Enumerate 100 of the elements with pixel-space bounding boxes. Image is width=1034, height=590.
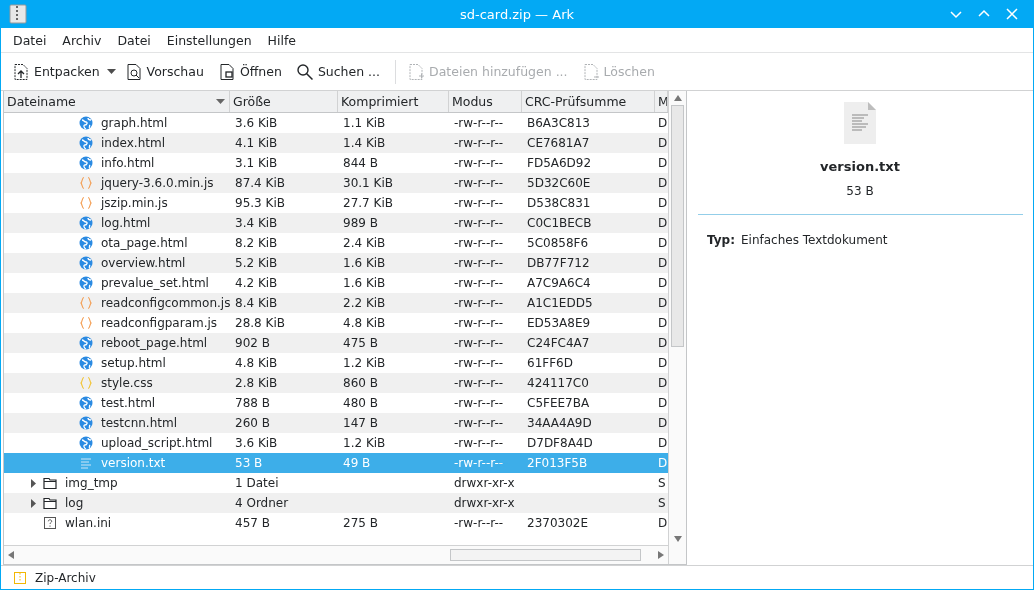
- table-cell: D: [658, 456, 668, 470]
- close-icon[interactable]: [1005, 7, 1019, 21]
- archive-icon: [9, 4, 27, 24]
- table-row[interactable]: test.html 788 B 480 B -rw-r--r-- C5FEE7BA D: [4, 393, 668, 413]
- table-cell: D: [658, 176, 668, 190]
- table-row[interactable]: testcnn.html 260 B 147 B -rw-r--r-- 34AA4A9D D: [4, 413, 668, 433]
- menu-item[interactable]: Datei: [5, 32, 55, 48]
- horizontal-scrollbar[interactable]: [4, 545, 668, 564]
- sort-arrow-icon[interactable]: [216, 98, 225, 105]
- caret-icon[interactable]: [106, 68, 116, 75]
- table-cell: -rw-r--r--: [454, 296, 504, 310]
- table-cell: D7DF8A4D: [527, 436, 593, 450]
- scroll-down-icon[interactable]: [673, 536, 682, 542]
- file-name: img_tmp: [65, 476, 118, 490]
- table-cell: 8.4 KiB: [235, 296, 278, 310]
- column-header[interactable]: Größe: [230, 91, 338, 112]
- table-cell: 3.6 KiB: [235, 436, 278, 450]
- table-cell: CE7681A7: [527, 136, 590, 150]
- table-cell: 1.1 KiB: [343, 116, 386, 130]
- table-cell: 424117C0: [527, 376, 589, 390]
- table-row[interactable]: log.html 3.4 KiB 989 B -rw-r--r-- C0C1BECB D: [4, 213, 668, 233]
- file-name: readconfigparam.js: [101, 316, 218, 330]
- table-cell: 5D32C60E: [527, 176, 591, 190]
- table-cell: 2370302E: [527, 516, 589, 530]
- table-cell: D538C831: [527, 196, 591, 210]
- globe-icon: [79, 136, 93, 150]
- table-cell: -rw-r--r--: [454, 336, 504, 350]
- table-cell: -rw-r--r--: [454, 396, 504, 410]
- braces-icon: [79, 296, 93, 310]
- table-cell: 4.2 KiB: [235, 276, 278, 290]
- table-row[interactable]: readconfigcommon.js 8.4 KiB 2.2 KiB -rw-r--r-- A1C1EDD5 D: [4, 293, 668, 313]
- menu-item[interactable]: Hilfe: [259, 32, 304, 48]
- table-cell: 860 B: [343, 376, 378, 390]
- table-cell: -rw-r--r--: [454, 156, 504, 170]
- table-cell: -rw-r--r--: [454, 136, 504, 150]
- table-cell: 53 B: [235, 456, 263, 470]
- table-cell: 4 Ordner: [235, 496, 289, 510]
- table-row[interactable]: upload_script.html 3.6 KiB 1.2 KiB -rw-r--r-- D7DF8A4D D: [4, 433, 668, 453]
- menu-item[interactable]: Datei: [109, 32, 159, 48]
- toolbar-button[interactable]: Vorschau: [119, 58, 209, 85]
- text-document-icon: [843, 101, 877, 145]
- table-row[interactable]: readconfigparam.js 28.8 KiB 4.8 KiB -rw-r--r-- ED53A8E9 D: [4, 313, 668, 333]
- menu-item[interactable]: Einstellungen: [158, 32, 260, 48]
- toolbar-button[interactable]: Öffnen: [212, 58, 287, 85]
- table-cell: 61FF6D: [527, 356, 573, 370]
- table-row[interactable]: index.html 4.1 KiB 1.4 KiB -rw-r--r-- CE7681A7 D: [4, 133, 668, 153]
- file-name: wlan.ini: [65, 516, 112, 530]
- table-row[interactable]: wlan.ini 457 B 275 B -rw-r--r-- 2370302E D: [4, 513, 668, 533]
- table-cell: C5FEE7BA: [527, 396, 590, 410]
- table-cell: 34AA4A9D: [527, 416, 592, 430]
- file-name: test.html: [101, 396, 156, 410]
- globe-icon: [79, 336, 93, 350]
- table-cell: -rw-r--r--: [454, 176, 504, 190]
- globe-icon: [79, 236, 93, 250]
- table-row[interactable]: jszip.min.js 95.3 KiB 27.7 KiB -rw-r--r-- D538C831 D: [4, 193, 668, 213]
- document-icon: [12, 62, 30, 81]
- table-row[interactable]: img_tmp 1 Datei drwxr-xr-x S: [4, 473, 668, 493]
- table-row[interactable]: ota_page.html 8.2 KiB 2.4 KiB -rw-r--r-- 5C0858F6 D: [4, 233, 668, 253]
- table-cell: 2F013F5B: [527, 456, 588, 470]
- table-cell: -rw-r--r--: [454, 516, 504, 530]
- scroll-left-icon[interactable]: [8, 551, 14, 559]
- globe-icon: [79, 356, 93, 370]
- table-row[interactable]: reboot_page.html 902 B 475 B -rw-r--r-- C24FC4A7 D: [4, 333, 668, 353]
- table-row[interactable]: setup.html 4.8 KiB 1.2 KiB -rw-r--r-- 61FF6D D: [4, 353, 668, 373]
- table-cell: D: [658, 436, 668, 450]
- table-cell: D: [658, 416, 668, 430]
- scroll-up-icon[interactable]: [673, 95, 682, 101]
- menu-item[interactable]: Archiv: [54, 32, 110, 48]
- braces-icon: [79, 196, 93, 210]
- table-row[interactable]: prevalue_set.html 4.2 KiB 1.6 KiB -rw-r--r-- A7C9A6C4 D: [4, 273, 668, 293]
- expand-arrow-icon[interactable]: [30, 498, 37, 508]
- table-row[interactable]: style.css 2.8 KiB 860 B -rw-r--r-- 424117C0 D: [4, 373, 668, 393]
- vertical-scrollbar[interactable]: [668, 91, 686, 564]
- table-row[interactable]: jquery-3.6.0.min.js 87.4 KiB 30.1 KiB -rw-r--r-- 5D32C60E D: [4, 173, 668, 193]
- table-row[interactable]: info.html 3.1 KiB 844 B -rw-r--r-- FD5A6D92 D: [4, 153, 668, 173]
- column-header[interactable]: Komprimiert: [338, 91, 449, 112]
- table-cell: D: [658, 136, 668, 150]
- expand-arrow-icon[interactable]: [30, 478, 37, 488]
- file-size: 53 B: [846, 184, 874, 198]
- table-cell: D: [658, 356, 668, 370]
- toolbar-button[interactable]: Suchen ...: [290, 58, 386, 85]
- toolbar-button[interactable]: Entpacken: [7, 58, 105, 85]
- table-row[interactable]: overview.html 5.2 KiB 1.6 KiB -rw-r--r-- DB77F712 D: [4, 253, 668, 273]
- table-cell: 902 B: [235, 336, 270, 350]
- table-row[interactable]: graph.html 3.6 KiB 1.1 KiB -rw-r--r-- B6A3C813 D: [4, 113, 668, 133]
- table-cell: 3.1 KiB: [235, 156, 278, 170]
- table-cell: 1 Datei: [235, 476, 279, 490]
- table-cell: 2.8 KiB: [235, 376, 278, 390]
- column-header[interactable]: Dateiname: [4, 91, 230, 112]
- table-cell: -rw-r--r--: [454, 116, 504, 130]
- table-cell: S: [658, 476, 666, 490]
- table-cell: ED53A8E9: [527, 316, 591, 330]
- column-header[interactable]: CRC-Prüfsumme: [522, 91, 655, 112]
- table-cell: 1.6 KiB: [343, 256, 386, 270]
- table-row[interactable]: log 4 Ordner drwxr-xr-x S: [4, 493, 668, 513]
- scroll-right-icon[interactable]: [658, 551, 664, 559]
- column-header[interactable]: Modus: [449, 91, 522, 112]
- table-cell: drwxr-xr-x: [454, 496, 515, 510]
- table-cell: 30.1 KiB: [343, 176, 393, 190]
- file-name: ota_page.html: [101, 236, 188, 250]
